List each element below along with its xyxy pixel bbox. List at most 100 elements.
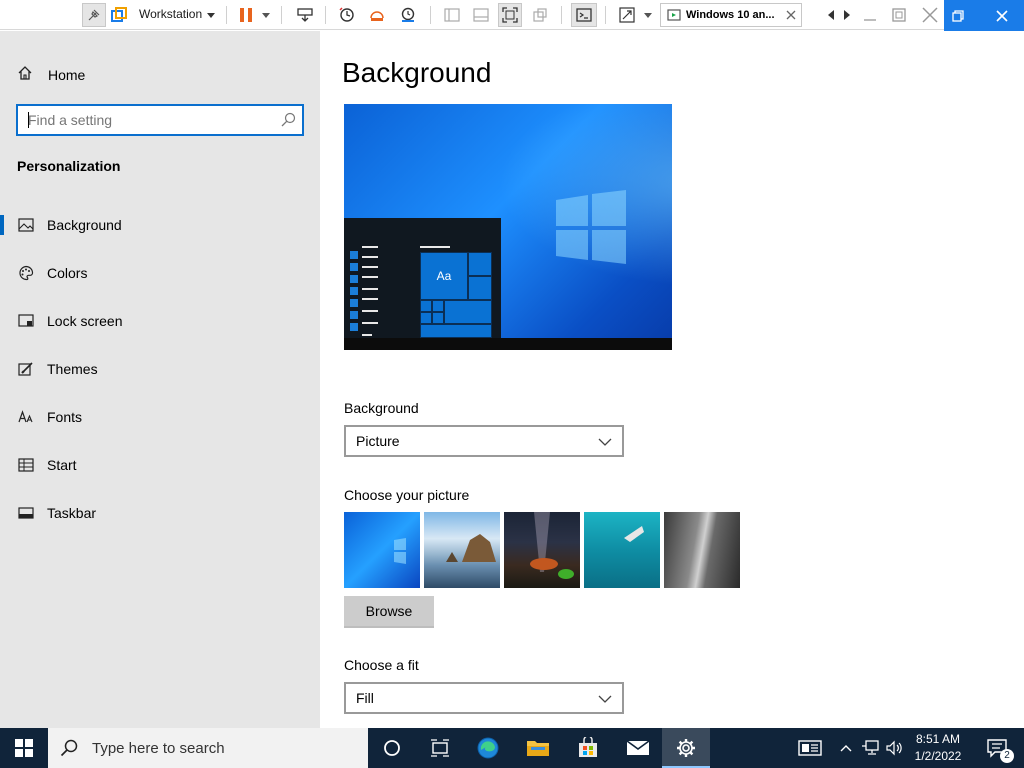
cortana-button[interactable]	[368, 728, 416, 768]
clock-time: 8:51 AM	[915, 732, 961, 746]
fonts-icon	[17, 410, 34, 424]
sidebar-item-colors[interactable]: Colors	[0, 253, 320, 293]
restore-icon	[952, 10, 964, 22]
palette-icon	[17, 265, 34, 281]
show-thumbnail-bar-button[interactable]	[469, 3, 493, 27]
toolbar-divider	[605, 6, 606, 24]
scroll-tabs-left-button[interactable]	[824, 3, 838, 27]
sidebar-item-start[interactable]: Start	[0, 445, 320, 485]
picture-thumbnail-night-sky[interactable]	[504, 512, 580, 588]
settings-taskbar-button[interactable]	[662, 728, 710, 768]
vm-minimize-button[interactable]	[858, 3, 882, 27]
file-explorer-button[interactable]	[514, 728, 562, 768]
full-screen-button[interactable]	[498, 3, 522, 27]
notification-count-badge: 2	[1000, 749, 1014, 763]
mail-button[interactable]	[614, 728, 662, 768]
sidebar-item-taskbar[interactable]: Taskbar	[0, 493, 320, 533]
volume-button[interactable]	[882, 728, 906, 768]
restore-icon	[892, 8, 906, 22]
sidebar-item-themes[interactable]: Themes	[0, 349, 320, 389]
workstation-dropdown-icon[interactable]	[204, 3, 218, 27]
show-library-button[interactable]	[440, 3, 464, 27]
stretch-dropdown-icon[interactable]	[641, 3, 655, 27]
sidebar-item-fonts[interactable]: Fonts	[0, 397, 320, 437]
picture-icon	[17, 218, 34, 232]
page-title: Background	[342, 57, 492, 88]
picture-thumbnail-windows-hero[interactable]	[344, 512, 420, 588]
choose-fit-label: Choose a fit	[344, 657, 419, 673]
nav-home[interactable]: Home	[17, 65, 85, 84]
vm-restore-button[interactable]	[887, 3, 911, 27]
background-label: Background	[344, 400, 419, 416]
microsoft-store-button[interactable]	[564, 728, 612, 768]
sidebar-item-background[interactable]: Background	[0, 205, 320, 245]
scroll-tabs-right-button[interactable]	[840, 3, 854, 27]
cortana-circle-icon	[384, 740, 400, 756]
start-button[interactable]	[0, 728, 48, 768]
picture-thumbnail-underwater[interactable]	[584, 512, 660, 588]
toolbar-divider	[226, 6, 227, 24]
close-icon	[922, 7, 938, 23]
sidebar-item-label: Start	[47, 457, 77, 473]
news-icon	[798, 740, 822, 756]
chevron-right-icon	[844, 10, 850, 20]
show-hidden-icons-button[interactable]	[836, 728, 856, 768]
news-widget-button[interactable]	[790, 728, 830, 768]
store-bag-icon	[579, 737, 597, 757]
host-restore-button[interactable]	[946, 4, 970, 28]
task-view-button[interactable]	[416, 728, 464, 768]
find-setting-search[interactable]	[16, 104, 304, 136]
picture-thumbnail-rock-face[interactable]	[664, 512, 740, 588]
background-type-dropdown[interactable]: Picture	[344, 425, 624, 457]
sidebar-item-lock-screen[interactable]: Lock screen	[0, 301, 320, 341]
keyboard-send-icon	[297, 8, 313, 22]
picture-thumbnail-beach-rocks[interactable]	[424, 512, 500, 588]
clock-date: 1/2/2022	[914, 749, 962, 763]
text-caret	[28, 112, 29, 128]
revert-snapshot-button[interactable]	[365, 3, 389, 27]
taskbar-clock[interactable]: 8:51 AM 1/2/2022	[906, 731, 970, 765]
network-button[interactable]	[858, 728, 882, 768]
desktop-preview: Aa	[344, 104, 672, 350]
workstation-menu[interactable]: Workstation	[139, 7, 202, 21]
snapshot-manager-button[interactable]	[396, 3, 420, 27]
vm-tab-title: Windows 10 an...	[686, 9, 775, 21]
toolbar-divider	[281, 6, 282, 24]
host-close-button[interactable]	[990, 4, 1014, 28]
action-center-button[interactable]: 2	[978, 728, 1018, 768]
speaker-icon	[886, 740, 902, 756]
taskbar-search-box[interactable]: Type here to search	[48, 728, 368, 768]
stretch-guest-button[interactable]	[615, 3, 639, 27]
vmware-logo-icon	[108, 3, 130, 27]
take-snapshot-button[interactable]	[335, 3, 359, 27]
choose-fit-dropdown[interactable]: Fill	[344, 682, 624, 714]
edge-icon	[477, 737, 499, 759]
browse-button[interactable]: Browse	[344, 596, 434, 628]
find-setting-input[interactable]	[18, 106, 258, 134]
pin-toolbar-button[interactable]	[82, 3, 106, 27]
task-view-icon	[431, 739, 449, 757]
taskbar-icon	[17, 507, 34, 519]
mail-envelope-icon	[626, 740, 650, 755]
chevron-down-icon	[598, 438, 612, 446]
suspend-button[interactable]	[234, 3, 258, 27]
revert-snapshot-icon	[370, 11, 384, 21]
vm-tab-icon	[667, 9, 681, 21]
edge-browser-button[interactable]	[464, 728, 512, 768]
unity-button[interactable]	[528, 3, 552, 27]
vm-close-button[interactable]	[918, 3, 942, 27]
vm-tab[interactable]: Windows 10 an...	[660, 3, 802, 27]
sidebar-item-label: Lock screen	[47, 313, 123, 329]
close-tab-icon[interactable]	[786, 10, 796, 20]
sidebar-item-label: Colors	[47, 265, 88, 281]
console-view-button[interactable]	[571, 3, 597, 27]
sidebar-item-label: Fonts	[47, 409, 83, 425]
send-ctrl-alt-del-button[interactable]	[293, 3, 317, 27]
thumbnail-bar-icon	[473, 8, 489, 22]
sidebar-item-label: Themes	[47, 361, 98, 377]
taskbar-search-placeholder: Type here to search	[92, 739, 225, 757]
pin-icon	[88, 9, 100, 21]
network-icon	[862, 740, 879, 755]
preview-taskbar	[344, 338, 672, 350]
power-dropdown-icon[interactable]	[259, 3, 273, 27]
